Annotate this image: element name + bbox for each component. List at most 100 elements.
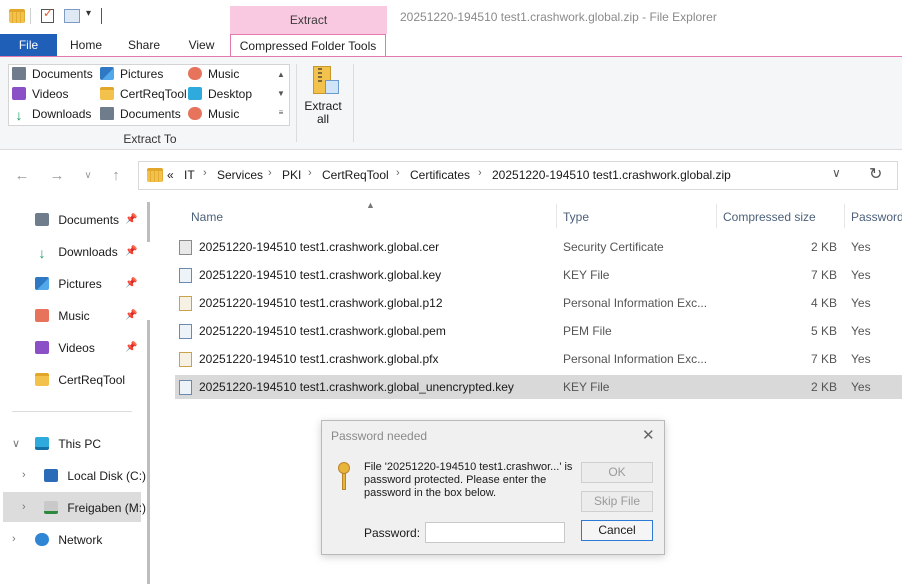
- extract-to-label: Videos: [32, 87, 69, 101]
- file-type: Personal Information Exc...: [563, 352, 708, 366]
- extract-to-label: Downloads: [32, 107, 92, 121]
- file-row-selected[interactable]: 20251220-194510 test1.crashwork.global_u…: [175, 375, 902, 399]
- extract-all-icon: [313, 66, 339, 96]
- breadcrumb-pki[interactable]: PKI: [282, 168, 301, 182]
- tab-compressed-folder-tools[interactable]: Compressed Folder Tools: [230, 34, 386, 57]
- file-row[interactable]: 20251220-194510 test1.crashwork.global.k…: [175, 263, 902, 287]
- breadcrumb-separator-icon[interactable]: ›: [203, 167, 207, 179]
- pin-icon[interactable]: 📌: [125, 278, 137, 289]
- extract-to-pictures[interactable]: Pictures: [100, 64, 163, 84]
- pin-icon[interactable]: 📌: [125, 214, 137, 225]
- column-divider[interactable]: [716, 204, 717, 228]
- extract-to-music-2[interactable]: Music: [188, 104, 239, 124]
- gallery-scrollbar[interactable]: ▲ ▼ ≡: [274, 65, 288, 123]
- nav-item-this-pc[interactable]: This PC: [35, 432, 101, 456]
- extract-to-videos[interactable]: Videos: [12, 84, 68, 104]
- column-divider[interactable]: [844, 204, 845, 228]
- new-folder-icon[interactable]: [64, 9, 80, 23]
- tab-home[interactable]: Home: [57, 34, 115, 56]
- tab-share[interactable]: Share: [115, 34, 173, 56]
- breadcrumb-separator-icon[interactable]: ›: [478, 167, 482, 179]
- pin-icon[interactable]: 📌: [125, 342, 137, 353]
- file-row[interactable]: 20251220-194510 test1.crashwork.global.p…: [175, 291, 902, 315]
- password-input[interactable]: [425, 522, 565, 543]
- extract-to-music[interactable]: Music: [188, 64, 239, 84]
- close-icon[interactable]: ✕: [642, 426, 655, 444]
- column-header-type[interactable]: Type: [563, 210, 589, 224]
- desktop-icon: [188, 87, 202, 100]
- expand-chevron-right-icon[interactable]: ›: [22, 469, 26, 481]
- nav-item-pictures[interactable]: Pictures: [35, 272, 102, 296]
- extract-to-label: Music: [208, 107, 240, 121]
- column-divider[interactable]: [556, 204, 557, 228]
- gallery-scroll-down-icon[interactable]: ▼: [274, 84, 288, 103]
- tab-file[interactable]: File: [0, 34, 57, 56]
- file-type: KEY File: [563, 380, 610, 394]
- expand-chevron-right-icon[interactable]: ›: [22, 501, 26, 513]
- extract-to-documents[interactable]: Documents: [12, 64, 93, 84]
- file-type: Security Certificate: [563, 240, 664, 254]
- breadcrumb-zip[interactable]: 20251220-194510 test1.crashwork.global.z…: [492, 168, 731, 182]
- gallery-scroll-up-icon[interactable]: ▲: [274, 65, 288, 84]
- file-size: 7 KB: [810, 352, 837, 366]
- gallery-expand-icon[interactable]: ≡: [274, 103, 288, 122]
- file-name: 20251220-194510 test1.crashwork.global.p…: [199, 296, 443, 310]
- breadcrumb-it[interactable]: IT: [184, 168, 195, 182]
- extract-to-certreqtool[interactable]: CertReqTool: [100, 84, 187, 104]
- breadcrumb-overflow[interactable]: «: [167, 168, 174, 182]
- nav-item-downloads[interactable]: ↓ Downloads: [35, 240, 118, 264]
- extract-to-desktop[interactable]: Desktop: [188, 84, 252, 104]
- refresh-icon[interactable]: ↻: [869, 164, 882, 184]
- computer-icon: [35, 437, 49, 450]
- column-header-password[interactable]: Password: [851, 210, 902, 224]
- forward-arrow-icon[interactable]: →: [47, 166, 67, 186]
- expand-chevron-right-icon[interactable]: ›: [12, 533, 16, 545]
- expand-chevron-down-icon[interactable]: ∨: [12, 437, 20, 450]
- skip-file-button[interactable]: Skip File: [581, 491, 653, 512]
- nav-item-videos[interactable]: Videos: [35, 336, 95, 360]
- nav-item-label: Pictures: [58, 277, 102, 291]
- extract-to-documents-2[interactable]: Documents: [100, 104, 181, 124]
- videos-icon: [35, 341, 49, 354]
- properties-icon[interactable]: ✓: [41, 6, 54, 23]
- extract-to-label: Music: [208, 67, 240, 81]
- nav-item-documents[interactable]: Documents: [35, 208, 119, 232]
- extract-to-label: Desktop: [208, 87, 253, 101]
- column-header-compressed-size[interactable]: Compressed size: [723, 210, 816, 224]
- back-arrow-icon[interactable]: ←: [12, 166, 32, 186]
- nav-scrollbar-track-top[interactable]: [147, 202, 150, 242]
- ok-button[interactable]: OK: [581, 462, 653, 483]
- breadcrumb-separator-icon[interactable]: ›: [268, 167, 272, 179]
- breadcrumb-certificates[interactable]: Certificates: [410, 168, 470, 182]
- pin-icon[interactable]: 📌: [125, 310, 137, 321]
- pin-icon[interactable]: 📌: [125, 246, 137, 257]
- address-dropdown-chevron-icon[interactable]: ∨: [832, 166, 841, 180]
- nav-item-freigaben[interactable]: Freigaben (M:): [44, 496, 146, 520]
- zip-folder-icon: [9, 9, 25, 23]
- breadcrumb-separator-icon[interactable]: ›: [308, 167, 312, 179]
- breadcrumb-certreqtool[interactable]: CertReqTool: [322, 168, 389, 182]
- file-row[interactable]: 20251220-194510 test1.crashwork.global.p…: [175, 347, 902, 371]
- nav-item-label: CertReqTool: [58, 373, 126, 387]
- nav-scrollbar-thumb[interactable]: [147, 320, 150, 584]
- file-name: 20251220-194510 test1.crashwork.global.p…: [199, 324, 446, 338]
- file-row[interactable]: 20251220-194510 test1.crashwork.global.c…: [175, 235, 902, 259]
- cancel-button[interactable]: Cancel: [581, 520, 653, 541]
- nav-item-network[interactable]: Network: [35, 528, 102, 552]
- file-type: PEM File: [563, 324, 612, 338]
- extract-to-downloads[interactable]: ↓ Downloads: [12, 104, 92, 124]
- recent-locations-chevron-icon[interactable]: ∨: [78, 166, 98, 186]
- file-size: 7 KB: [810, 268, 837, 282]
- up-arrow-icon[interactable]: ↑: [106, 166, 126, 186]
- nav-item-local-disk[interactable]: Local Disk (C:): [44, 464, 146, 488]
- customize-qat-icon[interactable]: ▾: [86, 8, 91, 19]
- breadcrumb-separator-icon[interactable]: ›: [396, 167, 400, 179]
- window-title: 20251220-194510 test1.crashwork.global.z…: [400, 10, 717, 24]
- ribbon-group-divider: [296, 64, 297, 142]
- breadcrumb-services[interactable]: Services: [217, 168, 263, 182]
- file-row[interactable]: 20251220-194510 test1.crashwork.global.p…: [175, 319, 902, 343]
- nav-item-music[interactable]: Music: [35, 304, 90, 328]
- nav-item-certreqtool[interactable]: CertReqTool: [35, 368, 125, 392]
- tab-view[interactable]: View: [173, 34, 230, 56]
- column-header-name[interactable]: Name: [191, 210, 223, 224]
